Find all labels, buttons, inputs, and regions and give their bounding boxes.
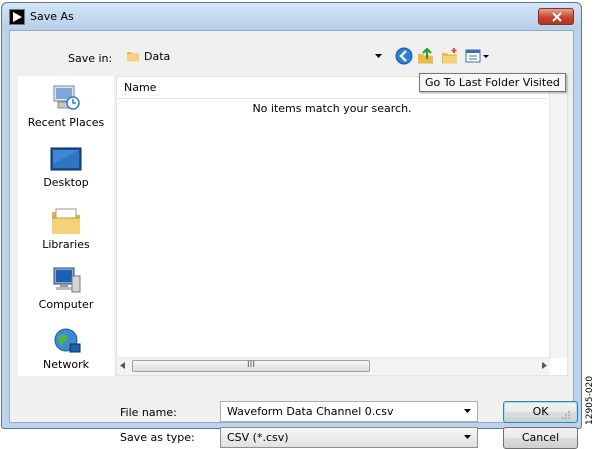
place-network[interactable]: Network xyxy=(18,326,114,371)
libraries-icon xyxy=(52,208,80,234)
save-in-label: Save in: xyxy=(68,52,113,65)
dialog-body: Save in: Data Recent Places Desktop Libr… xyxy=(9,30,578,449)
file-name-input[interactable]: Waveform Data Channel 0.csv xyxy=(220,401,478,422)
save-as-type-label: Save as type: xyxy=(120,431,195,444)
empty-message: No items match your search. xyxy=(252,102,412,115)
tooltip: Go To Last Folder Visited xyxy=(419,73,566,92)
recent-places-icon xyxy=(53,85,80,110)
file-list[interactable]: Name No items match your search. III xyxy=(116,76,568,376)
network-icon xyxy=(54,328,81,353)
place-recent-places[interactable]: Recent Places xyxy=(18,82,114,129)
horizontal-scrollbar[interactable]: III xyxy=(117,357,550,375)
place-label: Network xyxy=(43,358,89,371)
place-label: Computer xyxy=(38,298,94,311)
save-as-dialog: Save As Save in: Data Recent Places Desk… xyxy=(1,2,582,449)
file-name-label: File name: xyxy=(120,406,177,419)
close-icon xyxy=(552,12,562,22)
save-in-value: Data xyxy=(144,50,171,63)
vertical-scrollbar[interactable] xyxy=(549,77,567,358)
scroll-thumb[interactable]: III xyxy=(132,360,370,372)
scroll-left-icon[interactable] xyxy=(120,362,125,369)
chevron-down-icon[interactable] xyxy=(464,409,471,413)
title-bar[interactable]: Save As xyxy=(2,3,581,30)
close-button[interactable] xyxy=(538,8,574,25)
place-label: Libraries xyxy=(42,238,90,251)
window-title: Save As xyxy=(30,10,74,23)
place-computer[interactable]: Computer xyxy=(18,266,114,311)
desktop-icon xyxy=(50,147,82,171)
chevron-down-icon[interactable] xyxy=(464,435,471,439)
place-label: Desktop xyxy=(43,176,89,189)
place-desktop[interactable]: Desktop xyxy=(18,146,114,189)
scroll-right-icon[interactable] xyxy=(542,362,547,369)
cancel-button[interactable]: Cancel xyxy=(503,427,578,449)
folder-icon xyxy=(127,52,139,62)
place-libraries[interactable]: Libraries xyxy=(18,206,114,251)
new-folder-icon[interactable] xyxy=(440,46,460,66)
place-label: Recent Places xyxy=(27,116,105,129)
up-folder-icon[interactable] xyxy=(416,46,436,66)
back-icon[interactable] xyxy=(394,46,414,66)
save-in-combo[interactable]: Data xyxy=(120,46,386,67)
app-icon xyxy=(9,9,25,25)
save-as-type-select[interactable]: CSV (*.csv) xyxy=(220,427,478,448)
column-name[interactable]: Name xyxy=(124,81,156,94)
file-name-value: Waveform Data Channel 0.csv xyxy=(227,405,394,418)
figure-id: 12905-020 xyxy=(585,375,595,425)
computer-icon xyxy=(53,267,81,293)
places-bar: Recent Places Desktop Libraries Computer… xyxy=(18,76,114,376)
resize-grip-icon[interactable] xyxy=(561,410,571,420)
save-as-type-value: CSV (*.csv) xyxy=(227,431,289,444)
views-menu-icon[interactable] xyxy=(464,46,492,66)
chevron-down-icon[interactable] xyxy=(375,54,382,58)
